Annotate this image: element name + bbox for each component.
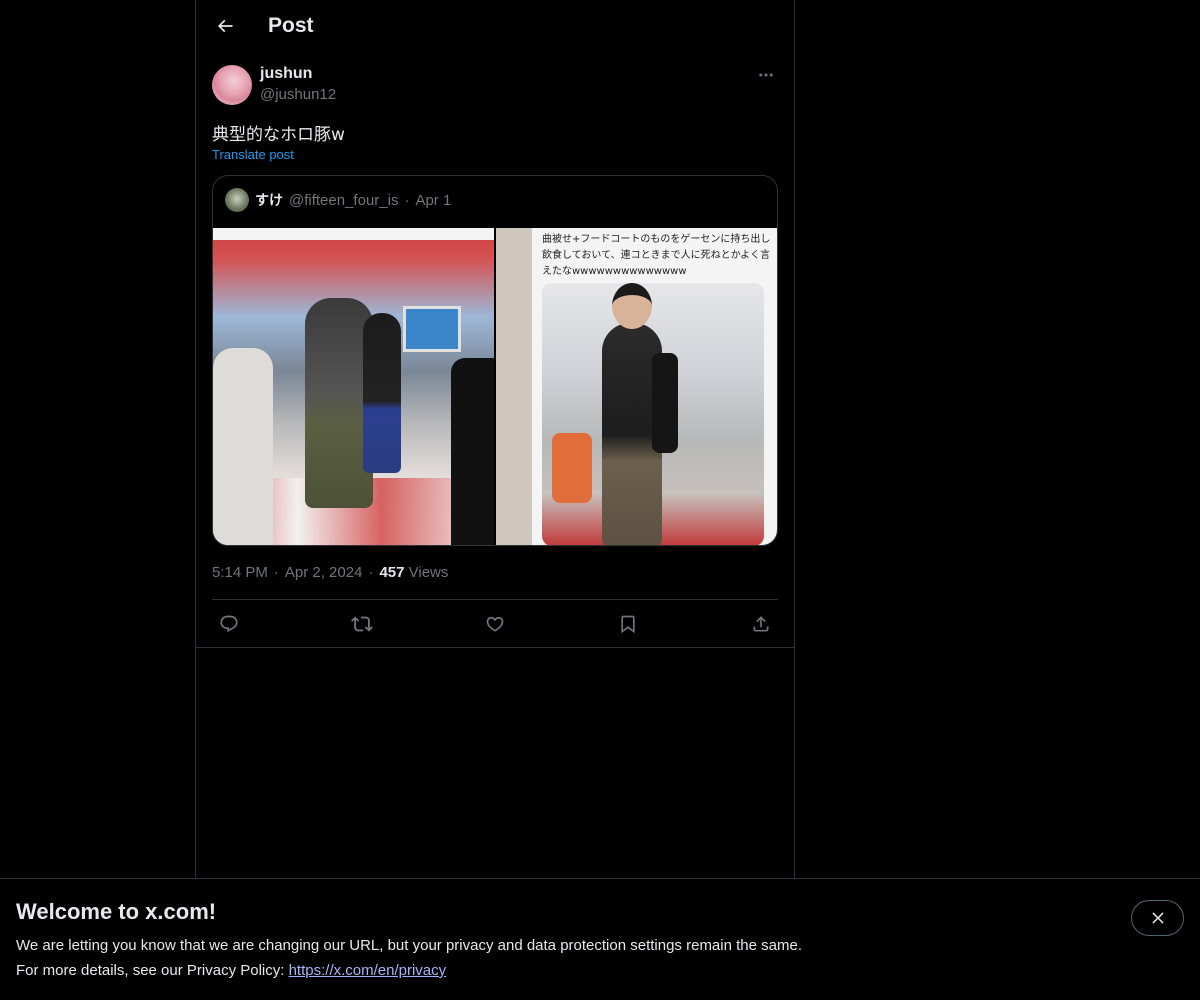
quoted-post[interactable]: すけ @fifteen_four_is · Apr 1 曲被せ+フードコートのも… <box>212 175 778 546</box>
person-figure <box>451 358 494 545</box>
close-banner-button[interactable] <box>1131 900 1184 936</box>
banner-message: We are letting you know that we are chan… <box>16 937 802 954</box>
post-timestamp: 5:14 PM · Apr 2, 2024 · 457 Views <box>212 564 448 581</box>
image-caption: 曲被せ+フードコートのものをゲーセンに持ち出し飲食しておいて、連コときまで人に死… <box>542 234 771 277</box>
arrow-left-icon <box>217 19 233 33</box>
separator: · <box>273 564 279 581</box>
more-options-button[interactable] <box>754 64 778 86</box>
page-title: Post <box>268 14 314 37</box>
action-bar <box>212 607 778 641</box>
pillar <box>496 228 532 545</box>
url-change-banner: Welcome to x.com! We are letting you kno… <box>0 878 1200 1000</box>
post-text: 典型的なホロ豚w <box>212 125 345 145</box>
quoted-date: Apr 1 <box>415 191 452 209</box>
post-author: jushun @jushun12 <box>212 64 778 108</box>
author-handle[interactable]: @jushun12 <box>260 86 336 103</box>
separator: · <box>368 564 374 581</box>
quoted-media: 曲被せ+フードコートのものをゲーセンに持ち出し飲食しておいて、連コときまで人に死… <box>213 228 777 545</box>
person-head <box>612 283 652 329</box>
backpack <box>652 353 678 453</box>
privacy-policy-link[interactable]: https://x.com/en/privacy <box>289 962 447 979</box>
quoted-author-handle: @fifteen_four_is <box>289 191 399 209</box>
views-label: Views <box>408 564 449 581</box>
share-icon <box>753 616 769 632</box>
more-dots-icon <box>759 73 773 77</box>
share-button[interactable] <box>744 607 778 641</box>
seat <box>552 433 592 503</box>
banner-privacy-line: For more details, see our Privacy Policy… <box>16 962 446 979</box>
close-icon <box>1151 912 1164 924</box>
avatar[interactable] <box>212 65 252 105</box>
back-button[interactable] <box>208 9 242 43</box>
quoted-avatar <box>225 188 249 212</box>
like-button[interactable] <box>478 607 512 641</box>
media-image-left[interactable] <box>213 228 494 545</box>
main-column: Post jushun @jushun12 典型的なホロ豚w Translate… <box>195 0 795 1000</box>
divider <box>212 599 778 600</box>
author-name[interactable]: jushun <box>260 65 312 83</box>
banner-title: Welcome to x.com! <box>16 899 217 924</box>
post-time[interactable]: 5:14 PM <box>212 564 268 581</box>
arcade-screen <box>403 306 461 352</box>
post-date[interactable]: Apr 2, 2024 <box>285 564 363 581</box>
repost-icon <box>351 616 373 632</box>
inner-photo <box>542 283 764 545</box>
translate-post-link[interactable]: Translate post <box>212 147 294 162</box>
reply-button[interactable] <box>212 607 246 641</box>
repost-button[interactable] <box>345 607 379 641</box>
banner-privacy-text: For more details, see our Privacy Policy… <box>16 962 289 979</box>
quoted-author-name: すけ <box>255 193 283 209</box>
bookmark-button[interactable] <box>611 607 645 641</box>
views-count: 457 <box>379 564 405 581</box>
bookmark-icon <box>621 615 635 634</box>
person-figure <box>213 348 273 545</box>
top-bar: Post <box>196 0 794 53</box>
like-icon <box>486 616 504 632</box>
person-figure <box>363 313 401 473</box>
quoted-post-header: すけ @fifteen_four_is · Apr 1 <box>225 188 451 212</box>
separator: · <box>404 191 410 209</box>
media-image-right[interactable]: 曲被せ+フードコートのものをゲーセンに持ち出し飲食しておいて、連コときまで人に死… <box>496 228 777 545</box>
image-border <box>213 228 494 240</box>
reply-icon <box>220 615 238 633</box>
divider <box>196 647 794 648</box>
